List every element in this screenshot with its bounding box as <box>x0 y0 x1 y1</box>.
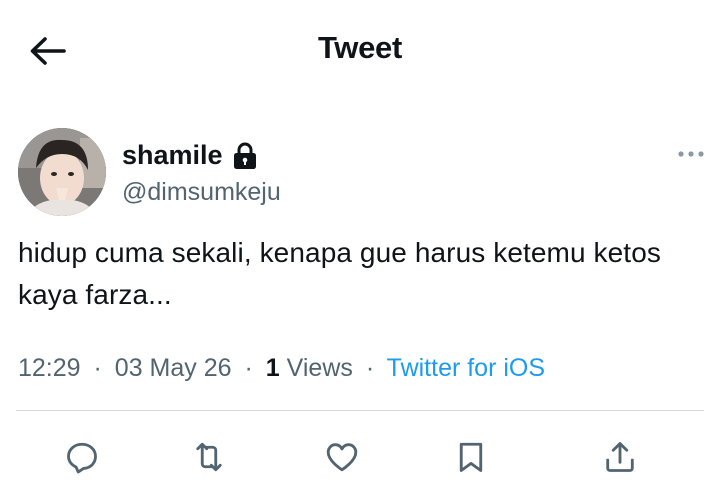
bookmark-icon <box>459 442 483 472</box>
user-handle[interactable]: @dimsumkeju <box>122 178 281 207</box>
retweet-icon <box>196 442 222 472</box>
reply-button[interactable] <box>61 436 103 478</box>
separator: · <box>93 354 102 382</box>
avatar[interactable] <box>18 128 106 216</box>
source-link[interactable]: Twitter for iOS <box>387 354 545 382</box>
reply-icon <box>67 442 97 474</box>
views-label: Views <box>286 354 353 382</box>
avatar-image <box>18 128 106 216</box>
tweet-time: 12:29 <box>18 354 81 382</box>
retweet-button[interactable] <box>188 436 230 478</box>
tweet-date: 03 May 26 <box>114 354 232 382</box>
divider <box>16 410 704 411</box>
more-dots-icon <box>678 151 704 157</box>
separator: · <box>365 354 375 382</box>
display-name[interactable]: shamile <box>122 140 223 171</box>
heart-icon <box>326 443 358 472</box>
bookmark-button[interactable] <box>450 436 492 478</box>
share-icon <box>606 442 634 472</box>
separator: · <box>244 354 253 382</box>
display-name-row: shamile <box>122 140 257 171</box>
top-bar: Tweet <box>0 0 720 100</box>
tweet-author: shamile @dimsumkeju <box>16 126 706 222</box>
share-button[interactable] <box>599 436 641 478</box>
views-count: 1 <box>265 354 280 382</box>
action-bar <box>0 432 720 482</box>
tweet-meta: 12:29 · 03 May 26 · 1 Views · Twitter fo… <box>18 354 545 383</box>
more-options-button[interactable] <box>676 144 706 164</box>
like-button[interactable] <box>321 436 363 478</box>
tweet-text: hidup cuma sekali, kenapa gue harus kete… <box>18 237 661 310</box>
lock-icon <box>233 142 257 170</box>
page-title: Tweet <box>317 30 403 65</box>
